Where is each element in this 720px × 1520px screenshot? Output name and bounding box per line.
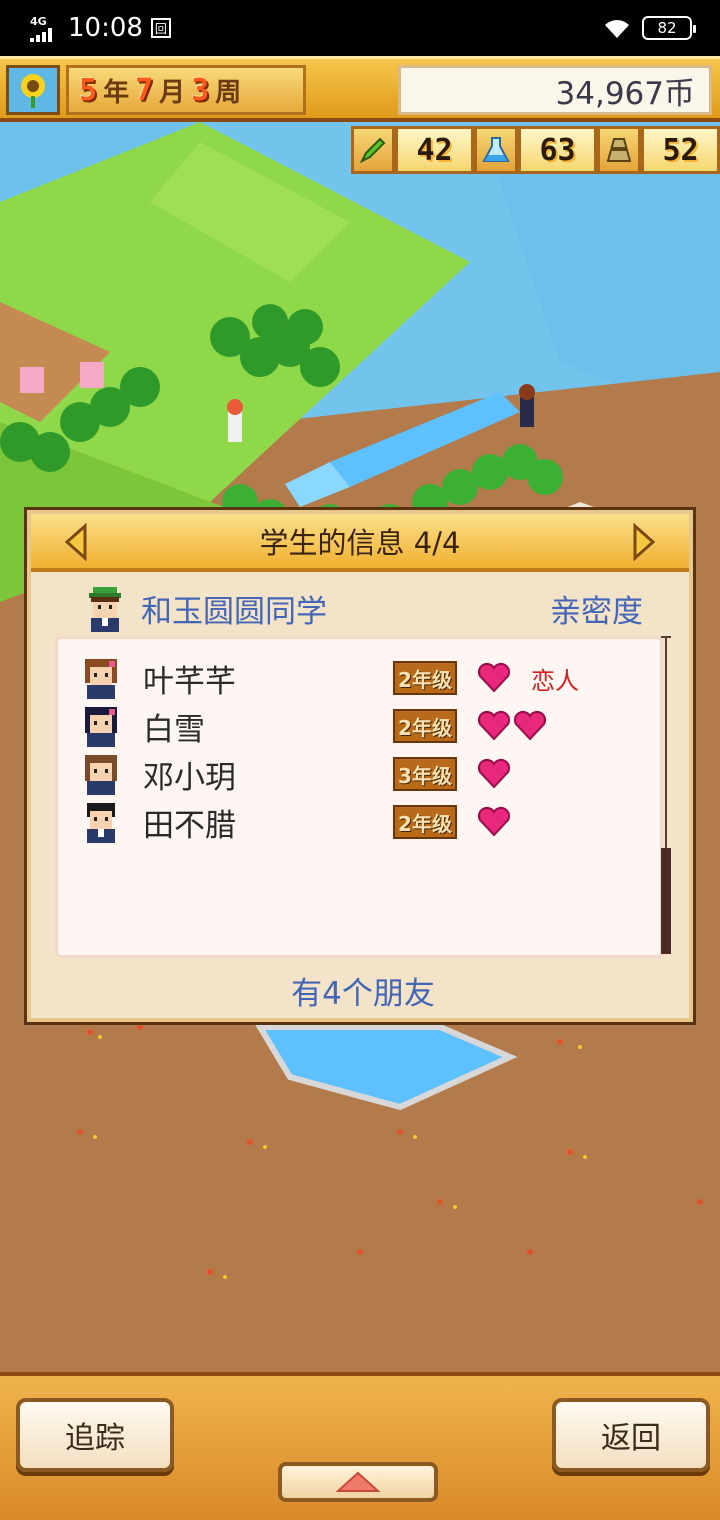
track-button[interactable]: 追踪: [16, 1398, 174, 1472]
friend-row[interactable]: 白雪 2年级: [79, 703, 619, 749]
intimacy-hearts: [477, 806, 567, 838]
money-display: 34,967币: [398, 65, 712, 115]
back-button[interactable]: 返回: [552, 1398, 710, 1472]
heart-icon: [513, 710, 547, 741]
relation-label: 恋人: [531, 666, 579, 695]
friend-name: 白雪: [143, 711, 205, 748]
friend-list-scrollbar[interactable]: [661, 636, 671, 954]
bottom-bar: 追踪 返回: [0, 1372, 720, 1520]
weight-icon: [597, 126, 641, 174]
wifi-icon: [605, 20, 629, 38]
year-value: 5: [79, 72, 98, 108]
triangle-up-icon: [336, 1471, 380, 1492]
intimacy-label: 亲密度: [550, 593, 643, 630]
science-stat: 63: [518, 126, 597, 174]
friend-name: 田不腊: [143, 807, 236, 844]
clock: 10:08: [68, 13, 143, 43]
friend-avatar: [87, 803, 115, 843]
heart-icon: [477, 662, 511, 693]
friend-avatar: [85, 659, 117, 699]
cellular-signal-icon: 4G: [30, 15, 62, 42]
intimacy-hearts: [477, 758, 567, 790]
heart-icon: [477, 758, 511, 789]
student-info-panel: 学生的信息 4/4 和玉圆圆同学 亲密度 叶芊芊 2年级 恋人 白雪 2年级 邓…: [24, 507, 696, 1025]
network-type: 4G: [30, 14, 47, 28]
month-unit: 月: [159, 77, 186, 108]
week-value: 3: [191, 72, 210, 108]
panel-header: 学生的信息 4/4: [31, 514, 689, 572]
status-bar: 4G 10:08 回 82: [0, 0, 720, 56]
friend-row[interactable]: 邓小玥 3年级: [79, 751, 619, 797]
top-hud: 5 年 7 月 3 周 34,967币: [0, 56, 720, 122]
intimacy-hearts: [477, 710, 567, 742]
grade-badge: 2年级: [393, 709, 457, 743]
notification-icon: 回: [150, 18, 171, 38]
friend-row[interactable]: 田不腊 2年级: [79, 799, 619, 845]
week-unit: 周: [215, 77, 242, 108]
friend-avatar: [85, 755, 117, 795]
battery-level: 82: [657, 19, 677, 37]
game-date: 5 年 7 月 3 周: [66, 65, 306, 115]
pencil-icon: [351, 126, 395, 174]
friend-row[interactable]: 叶芊芊 2年级 恋人: [79, 655, 619, 701]
year-unit: 年: [103, 77, 130, 108]
study-stat: 42: [395, 126, 474, 174]
panel-title: 学生的信息 4/4: [259, 526, 461, 560]
student-avatar: [89, 587, 121, 632]
student-name: 和玉圆圆同学: [141, 593, 327, 630]
friend-count: 有4个朋友: [291, 976, 435, 1012]
stats-bar: 42 63 52: [351, 126, 720, 174]
expand-menu-button[interactable]: [278, 1462, 438, 1502]
grade-badge: 2年级: [393, 805, 457, 839]
next-student-button[interactable]: [629, 520, 659, 564]
grade-badge: 2年级: [393, 661, 457, 695]
friend-name: 叶芊芊: [143, 663, 236, 700]
sports-stat: 52: [641, 126, 720, 174]
previous-student-button[interactable]: [61, 520, 91, 564]
friend-name: 邓小玥: [143, 759, 236, 796]
heart-icon: [477, 806, 511, 837]
battery-icon: 82: [642, 16, 696, 40]
grade-badge: 3年级: [393, 757, 457, 791]
month-value: 7: [135, 72, 154, 108]
sunflower-icon[interactable]: [6, 65, 60, 115]
student-row: 和玉圆圆同学 亲密度: [83, 582, 643, 634]
flask-icon: [474, 126, 518, 174]
friend-avatar: [85, 707, 117, 747]
heart-icon: [477, 710, 511, 741]
